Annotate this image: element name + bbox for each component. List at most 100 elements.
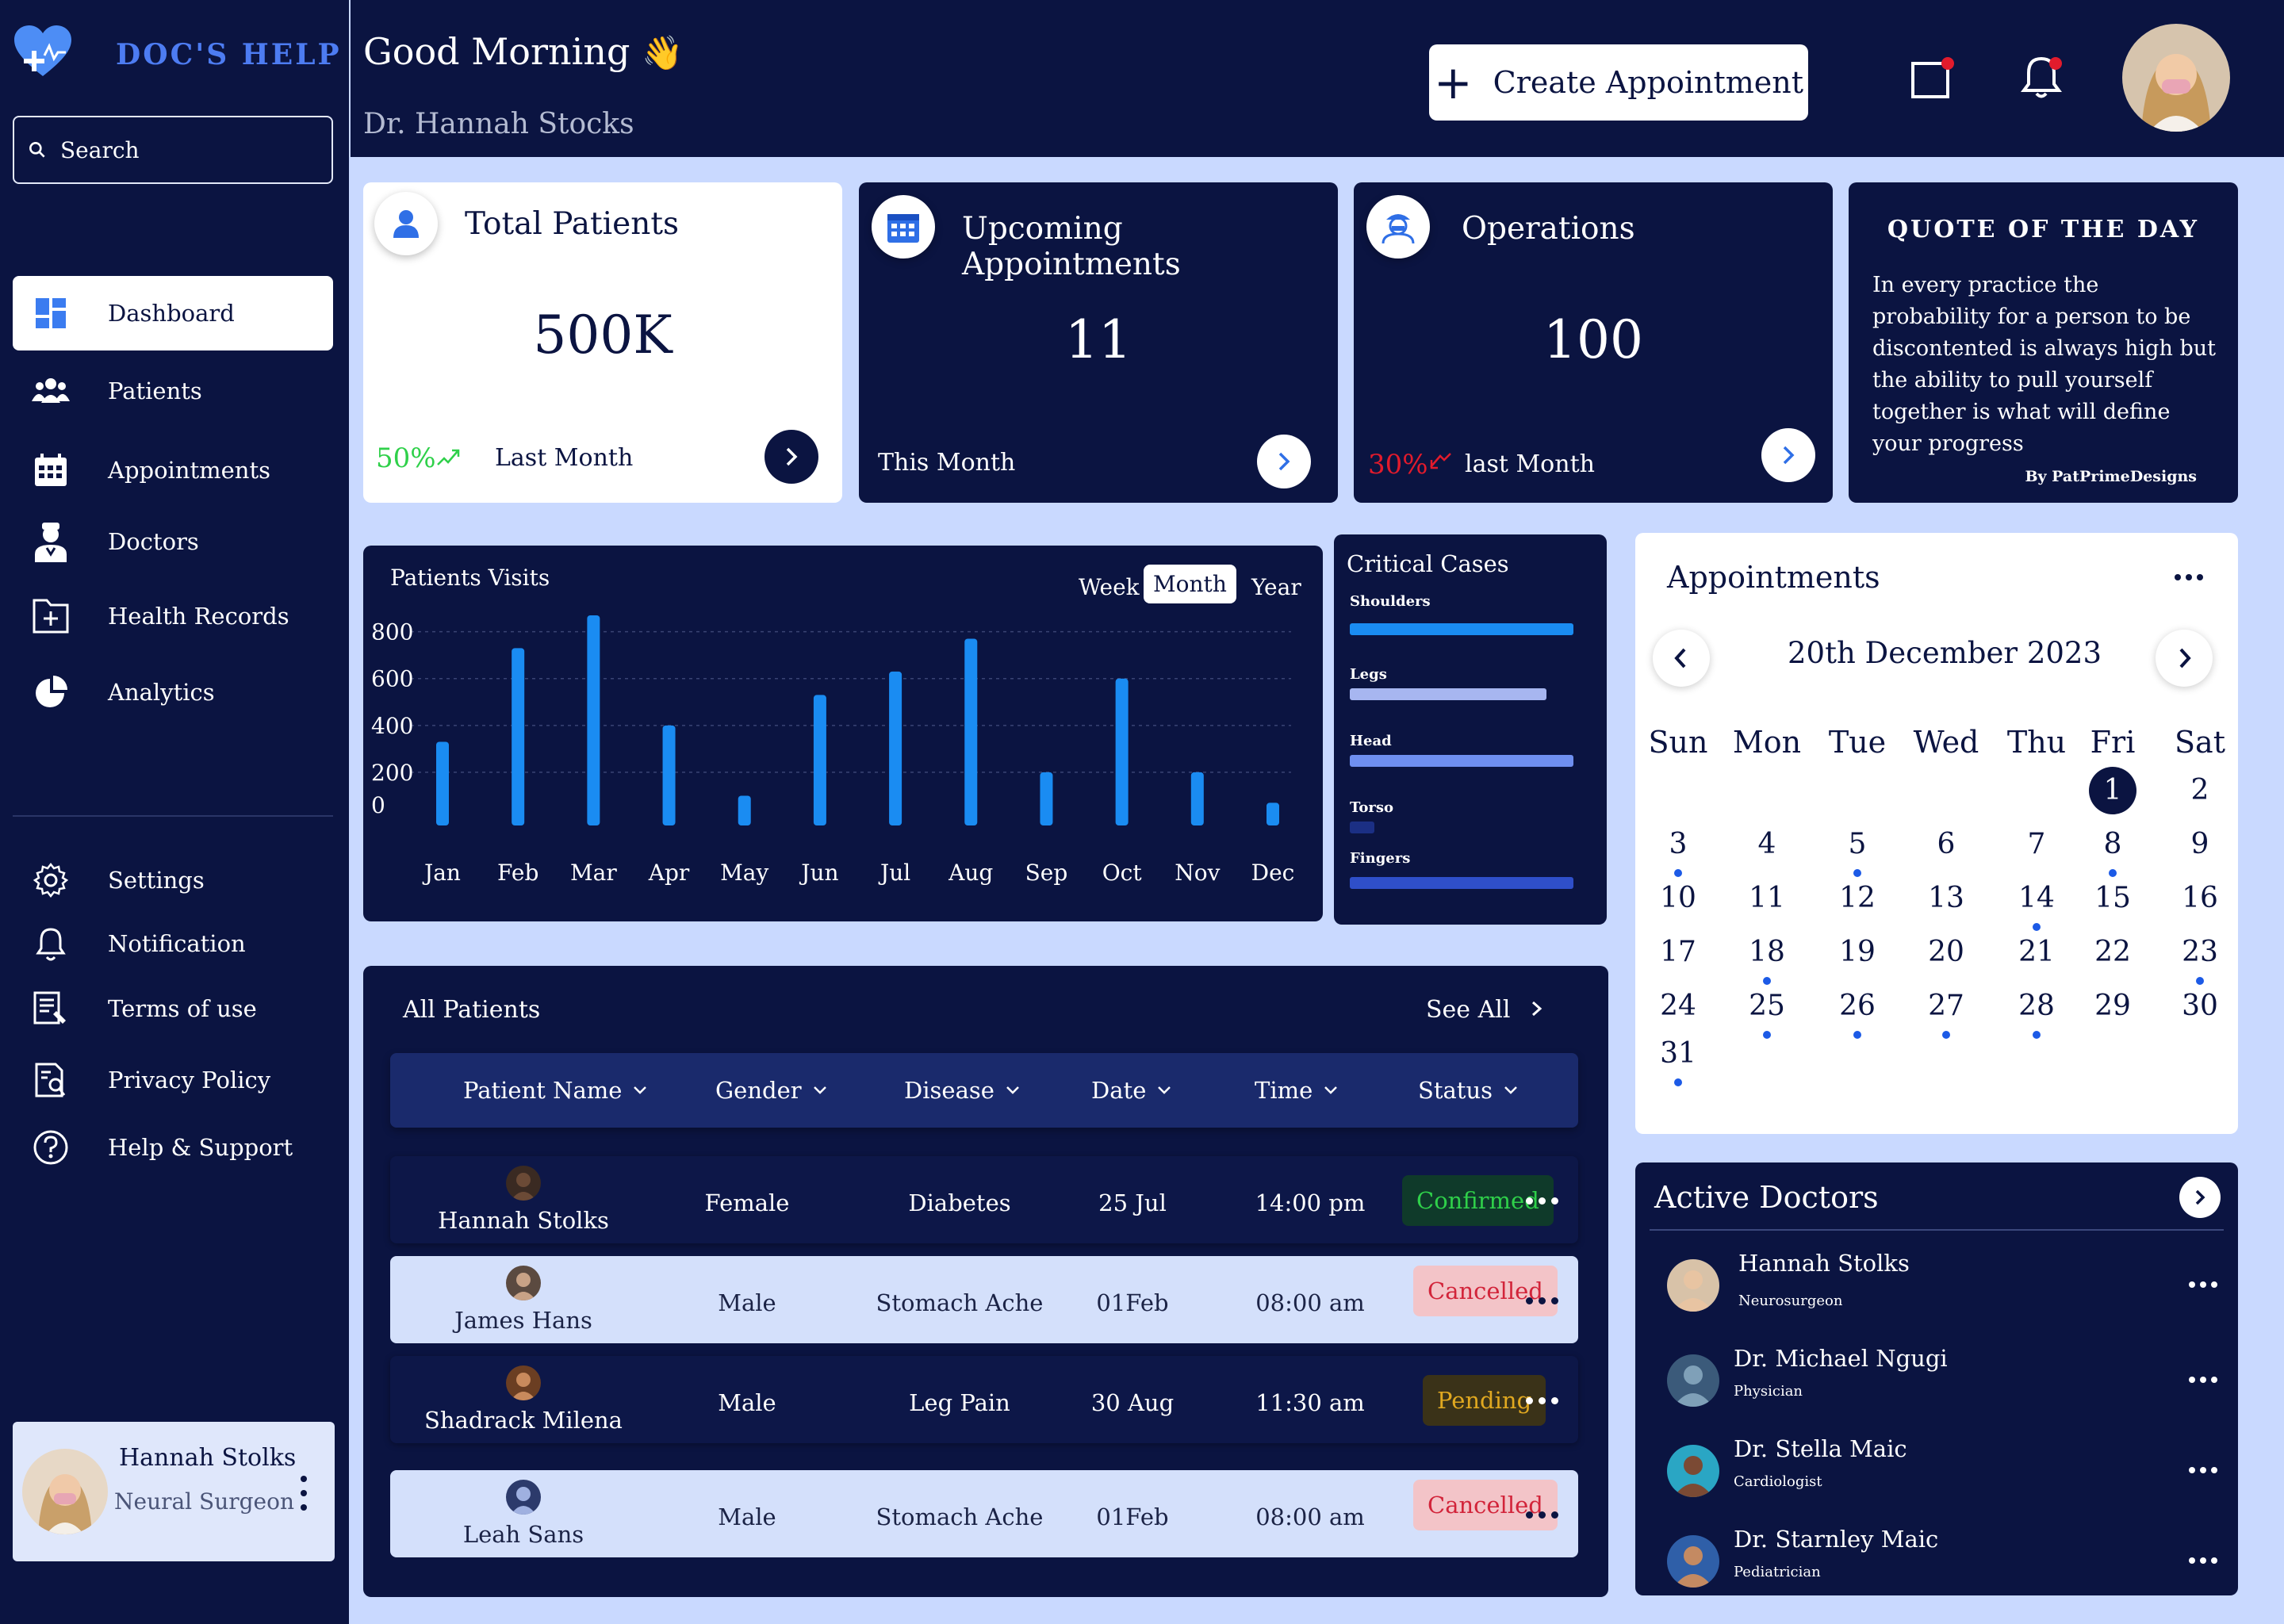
arrow-right-button[interactable] [1761,428,1815,482]
more-horizontal-icon[interactable] [1526,1397,1558,1404]
upcoming-appointments-card[interactable]: Upcoming Appointments 11 This Month [859,182,1338,503]
bar-jul[interactable] [889,671,902,825]
bar-mar[interactable] [587,615,600,825]
doctor-name[interactable]: Dr. Michael Ngugi [1734,1345,1948,1372]
column-header-time[interactable]: Time [1255,1077,1338,1104]
more-vertical-icon[interactable] [292,1469,316,1517]
calendar-day[interactable]: 28 [2001,986,2072,1026]
bar-sep[interactable] [1040,772,1053,825]
message-icon[interactable] [1908,51,1959,102]
weekday-label: Mon [1732,725,1802,760]
bar-jun[interactable] [813,695,826,825]
doctor-name[interactable]: Hannah Stolks [1738,1250,1910,1277]
calendar-day[interactable]: 13 [1910,879,1982,918]
calendar-day[interactable]: 27 [1910,986,1982,1026]
bar-oct[interactable] [1115,678,1129,825]
more-horizontal-icon[interactable] [1526,1197,1558,1205]
calendar-day[interactable]: 23 [2164,933,2236,972]
calendar-day[interactable]: 22 [2077,933,2148,972]
search-input[interactable] [60,136,314,163]
calendar-day[interactable]: 5 [1822,825,1893,864]
more-horizontal-icon[interactable] [1526,1511,1558,1519]
table-row[interactable]: Leah Sans Male Stomach Ache 01Feb 08:00 am Ca… [390,1470,1578,1557]
more-horizontal-icon[interactable] [1526,1297,1558,1304]
column-header-disease[interactable]: Disease [904,1077,1020,1104]
search-box[interactable] [13,116,333,184]
calendar-day[interactable]: 6 [1910,825,1982,864]
notification-bell-icon[interactable] [2016,51,2067,102]
calendar-day[interactable]: 29 [2077,986,2148,1026]
sidebar-item-health-records[interactable]: Health Records [13,579,333,653]
calendar-day[interactable]: 1 [2089,767,2136,814]
bar-jan[interactable] [436,741,449,826]
sidebar-item-notification[interactable]: Notification [13,906,333,981]
column-header-gender[interactable]: Gender [715,1077,827,1104]
table-row[interactable]: Hannah Stolks Female Diabetes 25 Jul 14:00 p… [390,1156,1578,1243]
calendar-day[interactable]: 12 [1822,879,1893,918]
sidebar-item-analytics[interactable]: Analytics [13,655,333,730]
bar-nov[interactable] [1190,772,1204,825]
sidebar-item-help[interactable]: Help & Support [13,1110,333,1185]
column-header-status[interactable]: Status [1418,1077,1518,1104]
tab-month[interactable]: Month [1144,565,1236,603]
column-header-date[interactable]: Date [1091,1077,1171,1104]
more-horizontal-icon[interactable] [2189,1377,2217,1383]
doctor-name[interactable]: Dr. Starnley Maic [1734,1526,1938,1553]
total-patients-card[interactable]: Total Patients 500K 50% Last Month [363,182,842,503]
calendar-day[interactable]: 25 [1731,986,1803,1026]
bar-apr[interactable] [662,725,676,825]
sidebar-item-doctors[interactable]: Doctors [13,504,333,579]
x-tick-label: Jun [799,860,838,886]
more-horizontal-icon[interactable] [2189,1557,2217,1564]
table-row[interactable]: Shadrack Milena Male Leg Pain 30 Aug 11:30 a… [390,1356,1578,1443]
bar-may[interactable] [738,795,751,825]
user-profile-card[interactable]: Hannah Stolks Neural Surgeon [13,1422,335,1561]
calendar-day[interactable]: 14 [2001,879,2072,918]
calendar-day[interactable]: 15 [2077,879,2148,918]
table-row[interactable]: James Hans Male Stomach Ache 01Feb 08:00 am C… [390,1256,1578,1343]
calendar-day[interactable]: 31 [1642,1034,1714,1074]
doctor-name[interactable]: Dr. Stella Maic [1734,1435,1907,1462]
sidebar-item-terms[interactable]: Terms of use [13,971,333,1046]
calendar-day[interactable]: 8 [2077,825,2148,864]
calendar-day[interactable]: 21 [2001,933,2072,972]
event-dot [2033,1031,2041,1039]
bar-feb[interactable] [512,648,525,825]
calendar-day[interactable]: 4 [1731,825,1803,864]
calendar-day[interactable]: 24 [1642,986,1714,1026]
sidebar-item-appointments[interactable]: Appointments [13,433,333,508]
calendar-day[interactable]: 2 [2164,771,2236,810]
create-appointment-button[interactable]: + Create Appointment [1429,44,1808,121]
tab-year[interactable]: Year [1242,568,1311,607]
tab-week[interactable]: Week [1069,568,1149,607]
calendar-day[interactable]: 7 [2001,825,2072,864]
next-month-button[interactable] [2156,630,2213,687]
operations-card[interactable]: Operations 100 30% last Month [1354,182,1833,503]
calendar-day[interactable]: 11 [1731,879,1803,918]
calendar-day[interactable]: 18 [1731,933,1803,972]
more-horizontal-icon[interactable] [2189,1281,2217,1288]
arrow-right-button[interactable] [765,430,818,484]
sidebar-item-dashboard[interactable]: Dashboard [13,276,333,350]
calendar-day[interactable]: 17 [1642,933,1714,972]
calendar-day[interactable]: 16 [2164,879,2236,918]
calendar-day[interactable]: 19 [1822,933,1893,972]
calendar-day[interactable]: 10 [1642,879,1714,918]
bar-aug[interactable] [964,638,978,826]
calendar-day[interactable]: 3 [1642,825,1714,864]
more-horizontal-icon[interactable] [2175,574,2203,580]
calendar-day[interactable]: 26 [1822,986,1893,1026]
arrow-right-button[interactable] [1257,435,1311,488]
arrow-right-button[interactable] [2179,1177,2221,1218]
sidebar-item-patients[interactable]: Patients [13,354,333,428]
sidebar-item-privacy[interactable]: Privacy Policy [13,1043,333,1117]
prev-month-button[interactable] [1653,630,1710,687]
profile-avatar[interactable] [2122,24,2230,132]
calendar-day[interactable]: 30 [2164,986,2236,1026]
calendar-day[interactable]: 9 [2164,825,2236,864]
bar-dec[interactable] [1267,802,1279,825]
calendar-day[interactable]: 20 [1910,933,1982,972]
column-header-patient-name[interactable]: Patient Name [463,1077,647,1104]
more-horizontal-icon[interactable] [2189,1467,2217,1473]
see-all-link[interactable]: See All [1426,996,1545,1024]
